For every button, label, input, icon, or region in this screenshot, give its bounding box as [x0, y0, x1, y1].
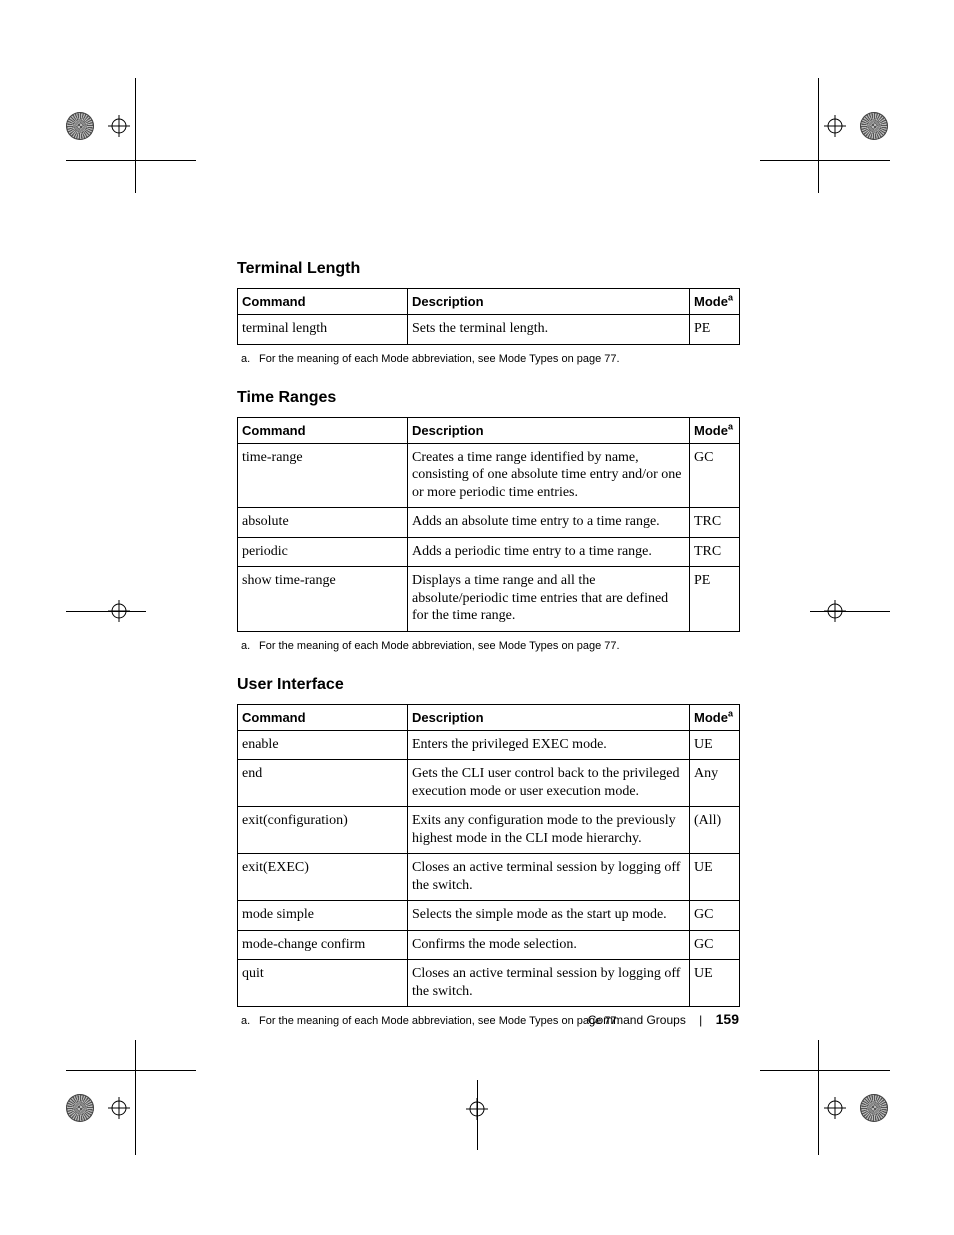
cell-command: exit(configuration)	[238, 807, 408, 854]
page-content: Terminal Length Command Description Mode…	[237, 260, 739, 1027]
cell-description: Selects the simple mode as the start up …	[408, 901, 690, 931]
page-footer: Command Groups | 159	[237, 971, 739, 1027]
table-row: exit(configuration) Exits any configurat…	[238, 807, 740, 854]
col-description: Description	[408, 289, 690, 315]
col-command: Command	[238, 704, 408, 730]
rosette-icon	[860, 1094, 888, 1122]
section-heading-time-ranges: Time Ranges	[237, 389, 739, 407]
cell-command: time-range	[238, 443, 408, 508]
table-row: periodic Adds a periodic time entry to a…	[238, 537, 740, 567]
table-row: mode-change confirm Confirms the mode se…	[238, 930, 740, 960]
cell-mode: GC	[690, 901, 740, 931]
cell-description: Enters the privileged EXEC mode.	[408, 730, 690, 760]
cell-command: mode-change confirm	[238, 930, 408, 960]
section-heading-terminal-length: Terminal Length	[237, 260, 739, 278]
rosette-icon	[66, 1094, 94, 1122]
cell-mode: UE	[690, 854, 740, 901]
cell-command: end	[238, 760, 408, 807]
crop-line	[760, 160, 890, 161]
footer-separator: |	[699, 1013, 702, 1027]
table-user-interface: Command Description Modea enable Enters …	[237, 704, 740, 1008]
crop-line	[818, 78, 819, 193]
col-description: Description	[408, 417, 690, 443]
table-row: mode simple Selects the simple mode as t…	[238, 901, 740, 931]
cell-command: show time-range	[238, 567, 408, 632]
cell-mode: TRC	[690, 537, 740, 567]
col-mode: Modea	[690, 289, 740, 315]
table-row: absolute Adds an absolute time entry to …	[238, 508, 740, 538]
cell-description: Creates a time range identified by name,…	[408, 443, 690, 508]
cell-command: exit(EXEC)	[238, 854, 408, 901]
registration-mark-icon	[824, 1097, 846, 1119]
col-command: Command	[238, 289, 408, 315]
cell-mode: GC	[690, 930, 740, 960]
table-row: show time-range Displays a time range an…	[238, 567, 740, 632]
cell-command: terminal length	[238, 315, 408, 345]
rosette-icon	[66, 112, 94, 140]
cell-command: absolute	[238, 508, 408, 538]
cell-description: Closes an active terminal session by log…	[408, 854, 690, 901]
table-row: time-range Creates a time range identifi…	[238, 443, 740, 508]
cell-mode: PE	[690, 315, 740, 345]
crop-line	[818, 1040, 819, 1155]
cell-command: periodic	[238, 537, 408, 567]
crop-line	[810, 611, 890, 612]
section-heading-user-interface: User Interface	[237, 676, 739, 694]
registration-mark-icon	[824, 115, 846, 137]
table-row: end Gets the CLI user control back to th…	[238, 760, 740, 807]
cell-mode: GC	[690, 443, 740, 508]
cell-mode: PE	[690, 567, 740, 632]
footer-section: Command Groups	[588, 1013, 686, 1027]
registration-mark-icon	[824, 600, 846, 622]
crop-line	[135, 1040, 136, 1155]
table-row: exit(EXEC) Closes an active terminal ses…	[238, 854, 740, 901]
registration-mark-icon	[108, 1097, 130, 1119]
crop-line	[66, 1070, 196, 1071]
col-command: Command	[238, 417, 408, 443]
registration-mark-icon	[108, 115, 130, 137]
crop-line	[135, 78, 136, 193]
registration-mark-icon	[108, 600, 130, 622]
crop-line	[760, 1070, 890, 1071]
cell-description: Confirms the mode selection.	[408, 930, 690, 960]
table-row: terminal length Sets the terminal length…	[238, 315, 740, 345]
footnote: a.For the meaning of each Mode abbreviat…	[241, 353, 739, 365]
cell-description: Adds a periodic time entry to a time ran…	[408, 537, 690, 567]
cell-command: enable	[238, 730, 408, 760]
cell-mode: TRC	[690, 508, 740, 538]
cell-command: mode simple	[238, 901, 408, 931]
footnote: a.For the meaning of each Mode abbreviat…	[241, 640, 739, 652]
table-terminal-length: Command Description Modea terminal lengt…	[237, 288, 740, 345]
table-row: enable Enters the privileged EXEC mode. …	[238, 730, 740, 760]
registration-mark-icon	[466, 1098, 488, 1120]
page-number: 159	[716, 1011, 739, 1027]
col-mode: Modea	[690, 704, 740, 730]
cell-mode: UE	[690, 730, 740, 760]
rosette-icon	[860, 112, 888, 140]
cell-description: Gets the CLI user control back to the pr…	[408, 760, 690, 807]
cell-mode: Any	[690, 760, 740, 807]
cell-description: Displays a time range and all the absolu…	[408, 567, 690, 632]
cell-description: Sets the terminal length.	[408, 315, 690, 345]
col-description: Description	[408, 704, 690, 730]
crop-line	[477, 1080, 478, 1150]
crop-line	[66, 611, 146, 612]
col-mode: Modea	[690, 417, 740, 443]
cell-mode: (All)	[690, 807, 740, 854]
table-time-ranges: Command Description Modea time-range Cre…	[237, 417, 740, 632]
crop-line	[66, 160, 196, 161]
cell-description: Adds an absolute time entry to a time ra…	[408, 508, 690, 538]
cell-description: Exits any configuration mode to the prev…	[408, 807, 690, 854]
